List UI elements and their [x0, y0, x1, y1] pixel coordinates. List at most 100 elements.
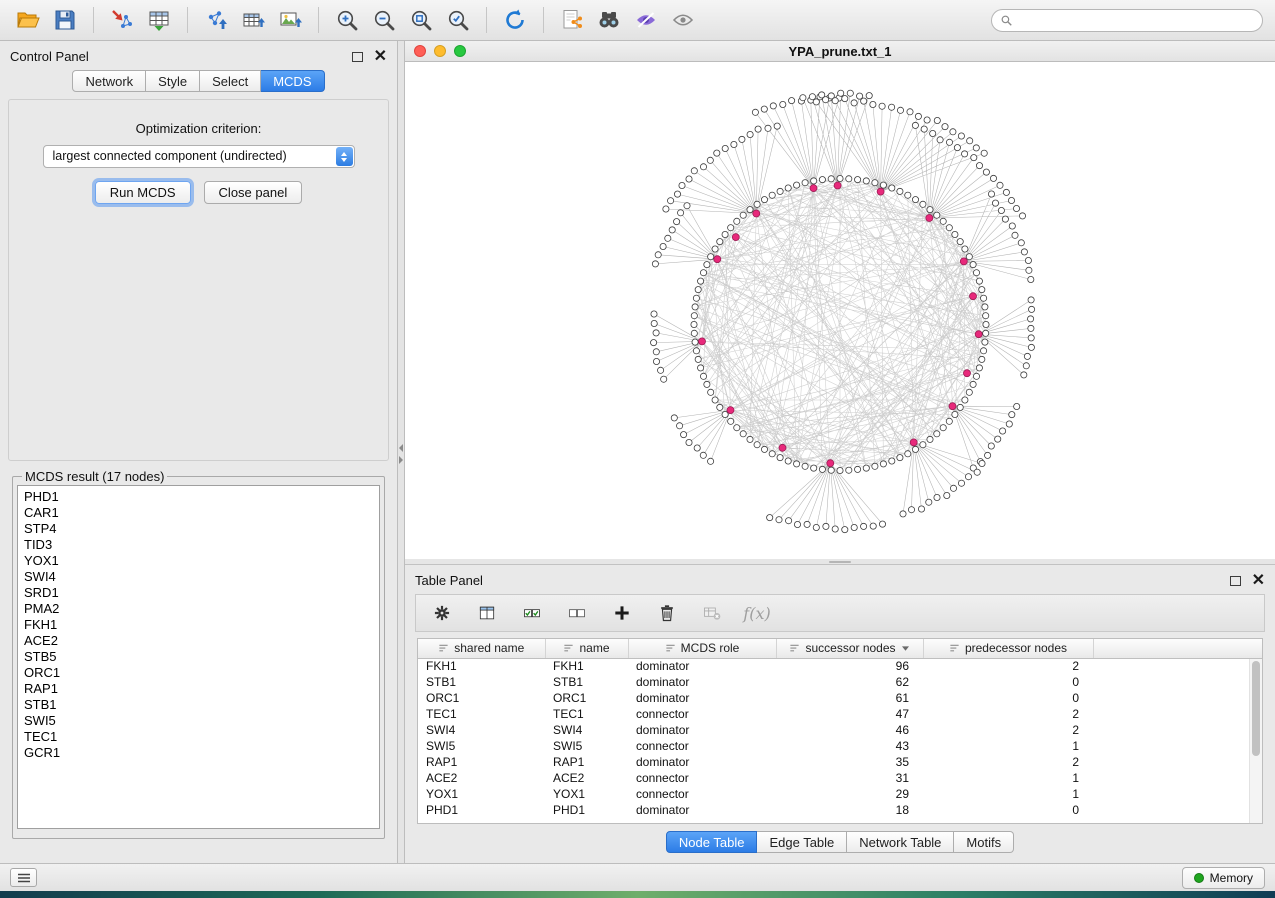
cell-shared_name[interactable]: TEC1 [418, 706, 545, 722]
cell-succ[interactable]: 62 [776, 674, 923, 690]
cell-pred[interactable]: 1 [923, 786, 1093, 802]
cell-pred[interactable]: 0 [923, 674, 1093, 690]
cell-shared_name[interactable]: PHD1 [418, 802, 545, 818]
table-row[interactable]: ORC1ORC1dominator610 [418, 690, 1262, 706]
cell-shared_name[interactable]: STB1 [418, 674, 545, 690]
tab-select[interactable]: Select [200, 70, 261, 92]
tab-edge-table[interactable]: Edge Table [757, 831, 847, 853]
mcds-node-item[interactable]: STB1 [24, 697, 373, 713]
delete-column-button[interactable] [655, 601, 679, 625]
table-row[interactable]: STB1STB1dominator620 [418, 674, 1262, 690]
scrollbar-thumb[interactable] [1252, 661, 1260, 756]
table-row[interactable]: SWI4SWI4dominator462 [418, 722, 1262, 738]
save-button[interactable] [49, 4, 81, 36]
mcds-node-item[interactable]: PHD1 [24, 489, 373, 505]
mcds-node-item[interactable]: SRD1 [24, 585, 373, 601]
column-header-mcds-role[interactable]: MCDS role [628, 639, 776, 658]
cell-succ[interactable]: 18 [776, 802, 923, 818]
mcds-node-item[interactable]: CAR1 [24, 505, 373, 521]
cell-name[interactable]: ACE2 [545, 770, 628, 786]
cell-succ[interactable]: 43 [776, 738, 923, 754]
deselect-all-button[interactable] [565, 601, 589, 625]
zoom-selected-button[interactable] [442, 4, 474, 36]
tab-mcds[interactable]: MCDS [261, 70, 324, 92]
table-row[interactable]: RAP1RAP1dominator352 [418, 754, 1262, 770]
cell-pred[interactable]: 1 [923, 738, 1093, 754]
mcds-node-item[interactable]: GCR1 [24, 745, 373, 761]
mcds-node-item[interactable]: ACE2 [24, 633, 373, 649]
cell-role[interactable]: dominator [628, 674, 776, 690]
table-row[interactable]: PHD1PHD1dominator180 [418, 802, 1262, 818]
cell-succ[interactable]: 46 [776, 722, 923, 738]
cell-name[interactable]: RAP1 [545, 754, 628, 770]
cell-pred[interactable]: 1 [923, 770, 1093, 786]
cell-succ[interactable]: 96 [776, 658, 923, 674]
cell-name[interactable]: YOX1 [545, 786, 628, 802]
cell-succ[interactable]: 31 [776, 770, 923, 786]
search-input[interactable] [991, 9, 1263, 32]
table-row[interactable]: FKH1FKH1dominator962 [418, 658, 1262, 674]
close-panel-icon[interactable]: ✕ [374, 51, 387, 63]
column-header-shared-name[interactable]: shared name [418, 639, 545, 658]
column-header-successor-nodes[interactable]: successor nodes [776, 639, 923, 658]
table-settings-button[interactable] [430, 601, 454, 625]
show-column-button[interactable] [475, 601, 499, 625]
tab-style[interactable]: Style [146, 70, 200, 92]
float-panel-icon[interactable] [1230, 576, 1241, 586]
mcds-node-item[interactable]: FKH1 [24, 617, 373, 633]
column-header-name[interactable]: name [545, 639, 628, 658]
cell-shared_name[interactable]: ACE2 [418, 770, 545, 786]
zoom-out-button[interactable] [368, 4, 400, 36]
cell-shared_name[interactable]: SWI4 [418, 722, 545, 738]
horizontal-splitter[interactable] [405, 559, 1275, 565]
cell-name[interactable]: SWI5 [545, 738, 628, 754]
cell-role[interactable]: dominator [628, 802, 776, 818]
cell-role[interactable]: dominator [628, 690, 776, 706]
network-share-button[interactable] [556, 4, 588, 36]
cell-pred[interactable]: 2 [923, 658, 1093, 674]
cell-shared_name[interactable]: YOX1 [418, 786, 545, 802]
export-table-button[interactable] [237, 4, 269, 36]
table-row[interactable]: SWI5SWI5connector431 [418, 738, 1262, 754]
cell-shared_name[interactable]: SWI5 [418, 738, 545, 754]
cell-role[interactable]: connector [628, 786, 776, 802]
mcds-node-item[interactable]: ORC1 [24, 665, 373, 681]
mcds-node-item[interactable]: TID3 [24, 537, 373, 553]
zoom-fit-button[interactable] [405, 4, 437, 36]
cell-pred[interactable]: 2 [923, 722, 1093, 738]
cell-role[interactable]: connector [628, 706, 776, 722]
table-row[interactable]: ACE2ACE2connector311 [418, 770, 1262, 786]
open-button[interactable] [12, 4, 44, 36]
cell-name[interactable]: SWI4 [545, 722, 628, 738]
cell-pred[interactable]: 0 [923, 802, 1093, 818]
cell-shared_name[interactable]: FKH1 [418, 658, 545, 674]
status-menu-button[interactable] [10, 868, 37, 887]
tab-motifs[interactable]: Motifs [954, 831, 1014, 853]
function-builder-button[interactable]: f(x) [745, 601, 769, 625]
memory-button[interactable]: Memory [1182, 867, 1265, 889]
cell-name[interactable]: TEC1 [545, 706, 628, 722]
export-network-button[interactable] [200, 4, 232, 36]
export-image-button[interactable] [274, 4, 306, 36]
hide-details-button[interactable] [630, 4, 662, 36]
criterion-dropdown[interactable]: largest connected component (undirected) [43, 145, 355, 168]
table-row[interactable]: TEC1TEC1connector472 [418, 706, 1262, 722]
cell-role[interactable]: dominator [628, 754, 776, 770]
cell-name[interactable]: FKH1 [545, 658, 628, 674]
cell-succ[interactable]: 47 [776, 706, 923, 722]
mcds-node-item[interactable]: STP4 [24, 521, 373, 537]
close-panel-icon[interactable]: ✕ [1252, 575, 1265, 587]
cell-shared_name[interactable]: RAP1 [418, 754, 545, 770]
mcds-node-item[interactable]: TEC1 [24, 729, 373, 745]
network-canvas[interactable] [405, 62, 1275, 559]
mcds-node-item[interactable]: RAP1 [24, 681, 373, 697]
import-network-button[interactable] [106, 4, 138, 36]
mcds-result-list[interactable]: PHD1CAR1STP4TID3YOX1SWI4SRD1PMA2FKH1ACE2… [17, 485, 380, 829]
delete-table-button[interactable] [700, 601, 724, 625]
cell-name[interactable]: PHD1 [545, 802, 628, 818]
tab-node-table[interactable]: Node Table [666, 831, 758, 853]
refresh-button[interactable] [499, 4, 531, 36]
cell-role[interactable]: dominator [628, 658, 776, 674]
mcds-node-item[interactable]: PMA2 [24, 601, 373, 617]
cell-role[interactable]: dominator [628, 722, 776, 738]
